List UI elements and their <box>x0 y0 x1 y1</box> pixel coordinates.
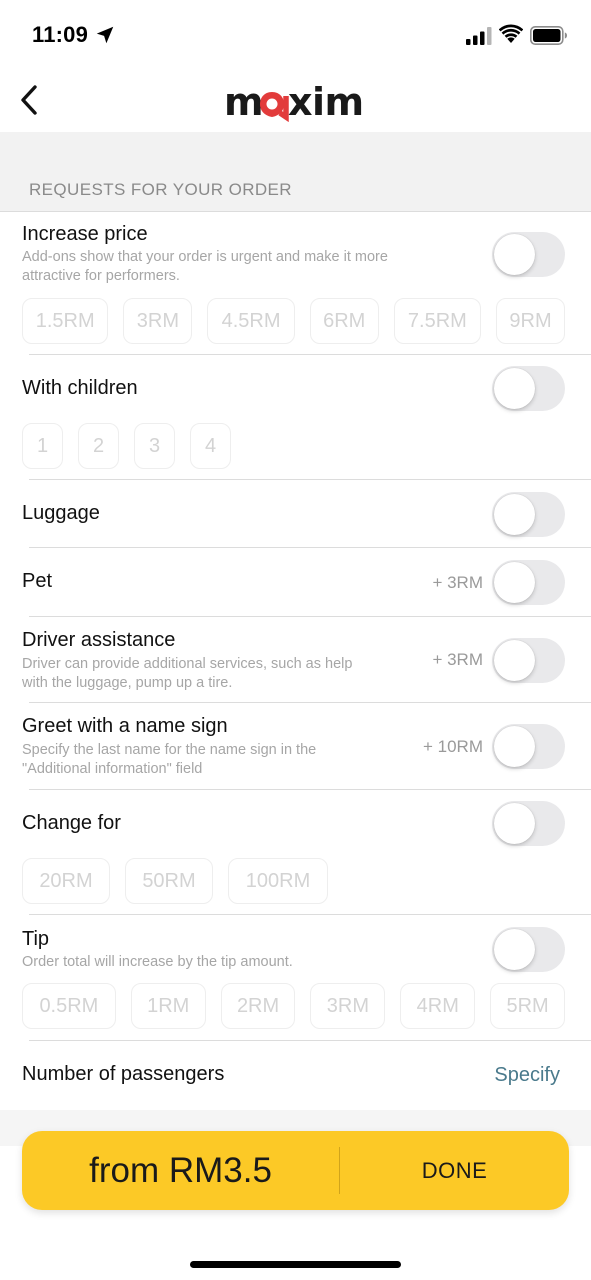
row-divider <box>29 479 591 480</box>
passengers-title: Number of passengers <box>22 1063 225 1085</box>
toggle-knob <box>494 494 535 535</box>
order-button[interactable]: from RM3.5 DONE <box>22 1131 569 1210</box>
price-chip[interactable]: 6RM <box>309 298 379 344</box>
tip-subtitle: Order total will increase by the tip amo… <box>22 954 293 970</box>
header: m xim <box>0 70 591 132</box>
tip-title: Tip <box>22 928 50 950</box>
wifi-icon <box>499 24 523 43</box>
tip-chip[interactable]: 0.5RM <box>22 983 116 1029</box>
toggle-knob <box>494 562 535 603</box>
driver-assistance-title: Driver assistance <box>22 629 176 651</box>
row-divider <box>29 1040 591 1041</box>
tip-chip[interactable]: 2RM <box>220 983 296 1029</box>
children-count-chip[interactable]: 3 <box>134 423 175 469</box>
battery-icon <box>530 26 567 45</box>
change-for-toggle[interactable] <box>492 801 565 846</box>
pet-toggle[interactable] <box>492 560 565 605</box>
maxim-logo: m xim <box>224 82 364 122</box>
name-sign-title: Greet with a name sign <box>22 715 228 737</box>
luggage-title: Luggage <box>22 502 100 524</box>
tip-chip[interactable]: 3RM <box>310 983 386 1029</box>
done-button[interactable]: DONE <box>340 1131 569 1210</box>
children-count-chip[interactable]: 2 <box>78 423 119 469</box>
name-sign-toggle[interactable] <box>492 724 565 769</box>
tip-toggle[interactable] <box>492 927 565 972</box>
increase-price-subtitle-2: attractive for performers. <box>22 268 180 284</box>
toggle-knob <box>494 640 535 681</box>
price-chip[interactable]: 1.5RM <box>22 298 109 344</box>
price-chip[interactable]: 4.5RM <box>207 298 295 344</box>
toggle-knob <box>494 803 535 844</box>
toggle-knob <box>494 929 535 970</box>
price-chip[interactable]: 3RM <box>123 298 193 344</box>
luggage-toggle[interactable] <box>492 492 565 537</box>
section-title: REQUESTS FOR YOUR ORDER <box>29 180 292 199</box>
increase-price-toggle[interactable] <box>492 232 565 277</box>
logo-text-xim: xim <box>288 82 364 122</box>
row-divider <box>29 547 591 548</box>
change-chip[interactable]: 100RM <box>228 858 328 904</box>
pet-price: + 3RM <box>432 573 483 592</box>
pet-title: Pet <box>22 570 53 592</box>
row-divider <box>29 702 591 703</box>
driver-assistance-subtitle-1: Driver can provide additional services, … <box>22 656 353 672</box>
change-chip[interactable]: 20RM <box>22 858 110 904</box>
children-count-chips: 1 2 3 4 <box>22 423 322 469</box>
change-chip[interactable]: 50RM <box>125 858 213 904</box>
logo-text-m: m <box>224 82 263 122</box>
tip-chip[interactable]: 4RM <box>400 983 476 1029</box>
price-chip[interactable]: 7.5RM <box>393 298 482 344</box>
change-for-chips: 20RM 50RM 100RM <box>22 858 422 904</box>
children-count-chip[interactable]: 1 <box>22 423 63 469</box>
toggle-knob <box>494 368 535 409</box>
row-divider <box>29 354 591 355</box>
section-band <box>0 132 591 212</box>
toggle-knob <box>494 726 535 767</box>
status-time: 11:09 <box>32 22 89 47</box>
change-for-title: Change for <box>22 812 121 834</box>
location-arrow-icon <box>96 26 114 44</box>
increase-price-title: Increase price <box>22 223 148 245</box>
price-chip[interactable]: 9RM <box>496 298 565 344</box>
children-count-chip[interactable]: 4 <box>190 423 231 469</box>
driver-assistance-price: + 3RM <box>432 650 483 669</box>
cellular-signal-icon <box>466 27 492 45</box>
status-bar: 11:09 <box>0 0 591 70</box>
with-children-toggle[interactable] <box>492 366 565 411</box>
specify-passengers-link[interactable]: Specify <box>494 1064 560 1087</box>
name-sign-subtitle-1: Specify the last name for the name sign … <box>22 742 317 758</box>
logo-a-pin <box>260 92 289 122</box>
back-button[interactable] <box>14 82 44 118</box>
section-divider <box>0 211 591 212</box>
tip-chip[interactable]: 1RM <box>130 983 206 1029</box>
row-divider <box>29 789 591 790</box>
name-sign-price: + 10RM <box>423 737 483 756</box>
increase-price-subtitle-1: Add-ons show that your order is urgent a… <box>22 249 388 265</box>
toggle-knob <box>494 234 535 275</box>
increase-price-chips: 1.5RM 3RM 4.5RM 6RM 7.5RM 9RM <box>22 298 565 344</box>
driver-assistance-toggle[interactable] <box>492 638 565 683</box>
row-divider <box>29 914 591 915</box>
row-divider <box>29 616 591 617</box>
tip-chips: 0.5RM 1RM 2RM 3RM 4RM 5RM <box>22 983 565 1029</box>
home-indicator <box>190 1261 401 1268</box>
name-sign-subtitle-2: "Additional information" field <box>22 761 203 777</box>
driver-assistance-subtitle-2: with the luggage, pump up a tire. <box>22 675 233 691</box>
chevron-left-icon <box>21 85 37 115</box>
tip-chip[interactable]: 5RM <box>490 983 565 1029</box>
order-price: from RM3.5 <box>89 1150 272 1190</box>
with-children-title: With children <box>22 377 138 399</box>
